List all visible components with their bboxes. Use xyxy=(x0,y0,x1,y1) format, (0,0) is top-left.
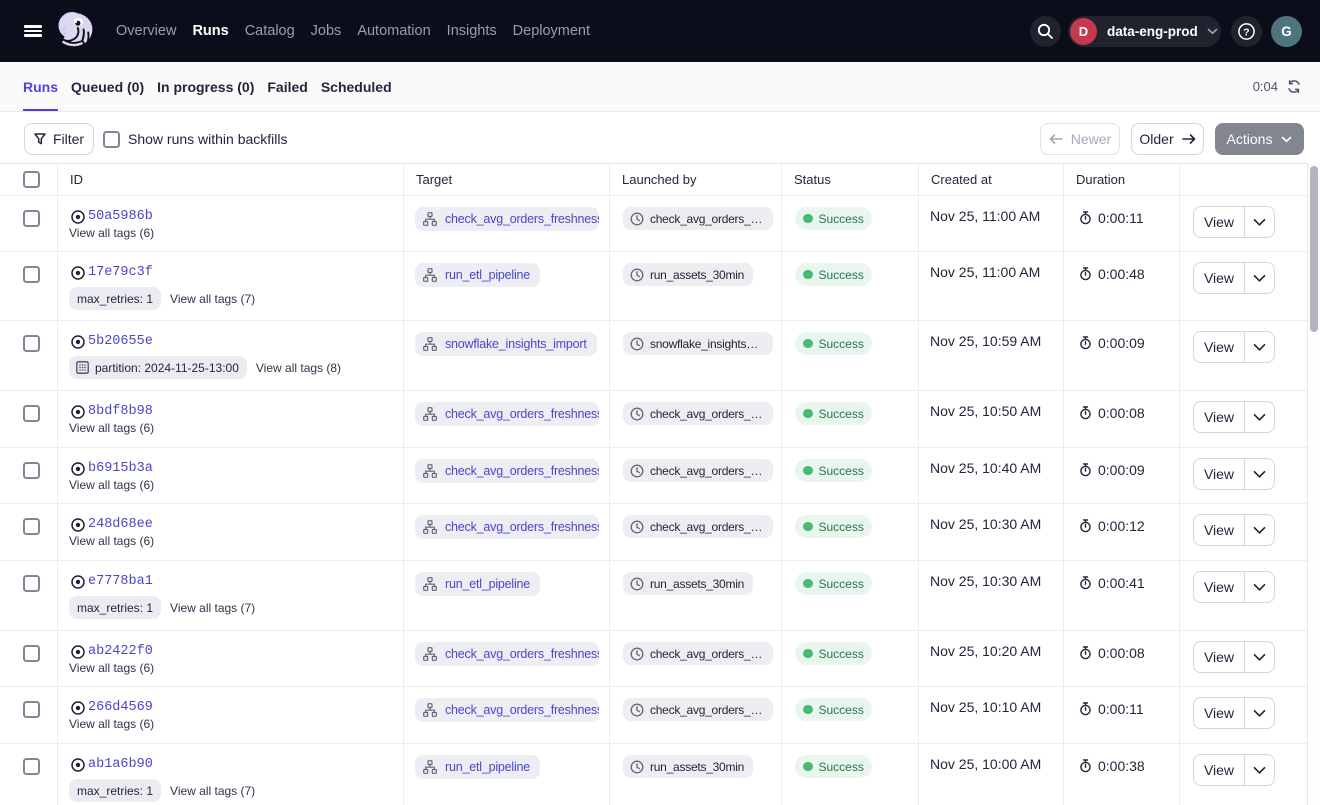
svg-text:?: ? xyxy=(1243,26,1249,38)
